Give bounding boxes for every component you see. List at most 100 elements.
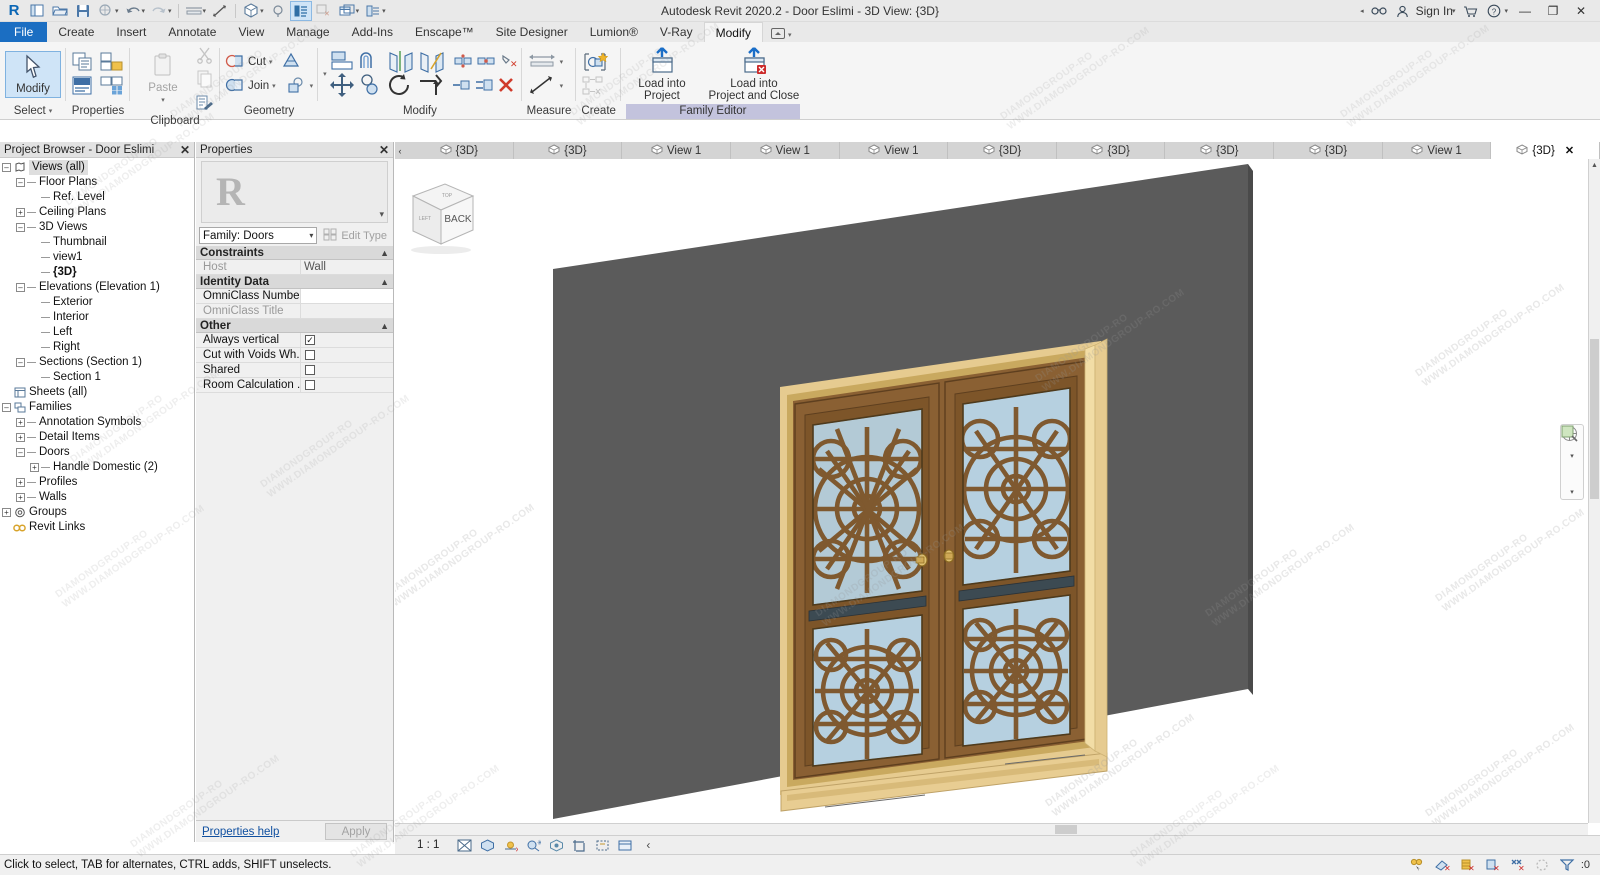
tab-enscape[interactable]: Enscape™ bbox=[404, 22, 485, 42]
close-tab-icon[interactable]: ✕ bbox=[1565, 144, 1574, 157]
select-links-icon[interactable]: ✕ bbox=[1510, 858, 1526, 873]
expand-icon[interactable]: + bbox=[16, 418, 25, 427]
apply-button[interactable]: Apply bbox=[325, 823, 387, 840]
render-icon[interactable] bbox=[548, 837, 564, 853]
properties-button[interactable] bbox=[71, 51, 95, 73]
navigation-caret-icon[interactable]: ▾ bbox=[1562, 452, 1582, 460]
browser-node-3d-views[interactable]: – 3D Views bbox=[2, 220, 194, 235]
select-panel-caret-icon[interactable]: ▾ bbox=[49, 104, 53, 119]
browser-node-floor-plans[interactable]: – Floor Plans bbox=[2, 175, 194, 190]
sign-in-caret-icon[interactable]: ▾ bbox=[1452, 7, 1456, 15]
browser-node-families[interactable]: – Families bbox=[2, 400, 194, 415]
switch-windows-icon[interactable] bbox=[336, 1, 358, 21]
ribbon-display-icon[interactable] bbox=[770, 28, 785, 42]
exclude-pinned-icon[interactable]: ✕ bbox=[1485, 858, 1501, 873]
pin-delete-icon[interactable]: ✕ bbox=[499, 54, 517, 71]
property-row[interactable]: Always vertical ✓ bbox=[196, 333, 393, 348]
editable-only-icon[interactable]: ✕ bbox=[1435, 858, 1451, 873]
measure-along-element-icon[interactable] bbox=[527, 75, 557, 98]
view-tab[interactable]: {3D} bbox=[514, 142, 623, 159]
measure-between-icon[interactable] bbox=[527, 51, 557, 74]
browser-node-left[interactable]: Left bbox=[2, 325, 194, 340]
save-as-caret-icon[interactable]: ▾ bbox=[115, 7, 119, 15]
tab-site-designer[interactable]: Site Designer bbox=[485, 22, 579, 42]
load-into-project-button[interactable]: Load into Project bbox=[626, 45, 698, 104]
cut-geometry-icon[interactable] bbox=[225, 52, 245, 73]
load-into-project-and-close-button[interactable]: Load into Project and Close bbox=[708, 45, 800, 104]
property-row[interactable]: Cut with Voids Wh... bbox=[196, 348, 393, 363]
property-value[interactable]: Wall bbox=[300, 260, 393, 274]
ribbon-display-caret-icon[interactable]: ▾ bbox=[788, 31, 792, 39]
browser-node-handle-domestic-2[interactable]: + Handle Domestic (2) bbox=[2, 460, 194, 475]
measure-caret-icon[interactable]: ▾ bbox=[203, 7, 207, 15]
view-tab[interactable]: {3D} bbox=[405, 142, 514, 159]
align-icon[interactable] bbox=[329, 49, 355, 76]
hide-crop-region-icon[interactable] bbox=[594, 837, 610, 853]
delete-icon[interactable] bbox=[497, 77, 515, 96]
modify-panel-expand-icon[interactable]: ▾ bbox=[323, 70, 327, 78]
rotate-icon[interactable] bbox=[387, 73, 413, 100]
view-scale-label[interactable]: 1 : 1 bbox=[417, 839, 439, 851]
new-project-icon[interactable] bbox=[26, 1, 48, 21]
type-preview-expand-icon[interactable]: ▾ bbox=[379, 209, 384, 220]
minimize-button[interactable]: — bbox=[1512, 1, 1538, 21]
property-row[interactable]: OmniClass Title bbox=[196, 304, 393, 319]
collapse-icon[interactable]: – bbox=[16, 283, 25, 292]
redo-caret-icon[interactable]: ▾ bbox=[168, 7, 172, 15]
view-tabs-scroll-left-icon[interactable]: ‹ bbox=[395, 142, 405, 159]
help-caret-icon[interactable]: ▾ bbox=[1504, 7, 1508, 15]
cut-profile-icon[interactable] bbox=[281, 52, 301, 73]
browser-node-elevations-elevation-1[interactable]: – Elevations (Elevation 1) bbox=[2, 280, 194, 295]
undo-icon[interactable] bbox=[122, 1, 144, 21]
view-tab[interactable]: {3D} bbox=[1165, 142, 1275, 159]
browser-node-doors[interactable]: – Doors bbox=[2, 445, 194, 460]
tab-manage[interactable]: Manage bbox=[275, 22, 340, 42]
measure-caret-icon-2[interactable]: ▾ bbox=[560, 58, 564, 66]
properties-help-link[interactable]: Properties help bbox=[202, 826, 279, 838]
close-hidden-windows-icon[interactable]: ✕ bbox=[313, 1, 335, 21]
browser-node-exterior[interactable]: Exterior bbox=[2, 295, 194, 310]
chevron-up-icon[interactable]: ▲ bbox=[380, 277, 389, 287]
property-row[interactable]: Host Wall bbox=[196, 260, 393, 275]
tab-add-ins[interactable]: Add-Ins bbox=[341, 22, 404, 42]
search-collapse-icon[interactable]: ◂ bbox=[1360, 7, 1364, 15]
tab-modify[interactable]: Modify bbox=[703, 22, 763, 42]
type-properties-button[interactable] bbox=[71, 75, 95, 97]
redo-icon[interactable] bbox=[148, 1, 170, 21]
view-control-expand-icon[interactable]: ‹ bbox=[640, 837, 656, 853]
property-value[interactable] bbox=[300, 348, 393, 362]
property-group-header[interactable]: Other ▲ bbox=[196, 319, 393, 333]
search-icon[interactable] bbox=[1368, 1, 1390, 21]
family-type-selector[interactable]: Family: Doors ▾ bbox=[199, 227, 318, 244]
select-underlay-icon[interactable] bbox=[1535, 858, 1551, 873]
exclude-options-icon[interactable]: ✕ bbox=[1460, 858, 1476, 873]
revit-logo-icon[interactable]: R bbox=[3, 1, 25, 21]
create-similar-button[interactable] bbox=[581, 51, 611, 73]
view-tab[interactable]: {3D} bbox=[1057, 142, 1166, 159]
save-as-icon[interactable] bbox=[95, 1, 117, 21]
browser-node-right[interactable]: Right bbox=[2, 340, 194, 355]
expand-icon[interactable]: + bbox=[16, 478, 25, 487]
view-tab[interactable]: {3D} ✕ bbox=[1491, 142, 1600, 159]
property-value[interactable] bbox=[300, 378, 393, 392]
browser-node-profiles[interactable]: + Profiles bbox=[2, 475, 194, 490]
zoom-tools-icon[interactable] bbox=[1561, 425, 1582, 484]
cut-caret-icon[interactable]: ▾ bbox=[269, 58, 273, 66]
chevron-down-icon[interactable]: ▾ bbox=[309, 231, 313, 240]
property-row[interactable]: Shared bbox=[196, 363, 393, 378]
browser-node-walls[interactable]: + Walls bbox=[2, 490, 194, 505]
browser-node-sheets-all[interactable]: Sheets (all) bbox=[2, 385, 194, 400]
property-row[interactable]: Room Calculation ... bbox=[196, 378, 393, 393]
qat-dropdown-icon[interactable]: ▾ bbox=[382, 7, 386, 15]
split-face-icon[interactable] bbox=[285, 76, 307, 97]
split-caret-icon[interactable]: ▾ bbox=[310, 82, 314, 90]
checkbox-unchecked[interactable] bbox=[305, 365, 315, 375]
help-icon[interactable]: ? bbox=[1483, 1, 1505, 21]
browser-node-detail-items[interactable]: + Detail Items bbox=[2, 430, 194, 445]
tab-v-ray[interactable]: V-Ray bbox=[649, 22, 704, 42]
split-with-gap-icon[interactable] bbox=[474, 78, 494, 95]
vertical-scroll-thumb[interactable] bbox=[1590, 339, 1599, 499]
3d-view-icon[interactable] bbox=[240, 1, 262, 21]
paste-caret-icon[interactable]: ▾ bbox=[161, 95, 165, 106]
user-account-icon[interactable] bbox=[1392, 1, 1414, 21]
